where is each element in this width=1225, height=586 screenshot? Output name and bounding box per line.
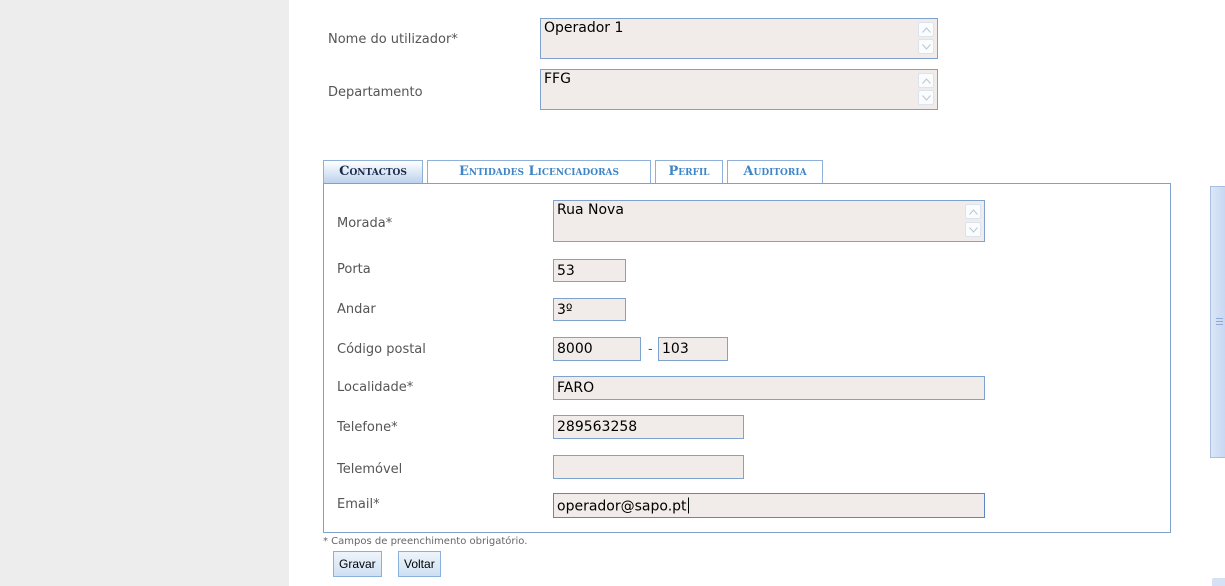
andar-value: 3º xyxy=(557,301,573,318)
andar-label: Andar xyxy=(337,302,376,317)
localidade-field[interactable]: FARO xyxy=(553,376,985,400)
codigo-postal-value-2: 103 xyxy=(662,341,689,357)
porta-label: Porta xyxy=(337,262,371,277)
scroll-up-button[interactable] xyxy=(918,73,934,88)
text-caret xyxy=(687,497,689,513)
telefone-field[interactable]: 289563258 xyxy=(553,415,744,439)
scrollbar-down-button[interactable] xyxy=(1212,578,1225,586)
codigo-postal-label: Código postal xyxy=(337,342,426,357)
telemovel-field[interactable] xyxy=(553,455,744,479)
telefone-value: 289563258 xyxy=(557,419,638,435)
tab-contactos[interactable]: Contactos xyxy=(323,160,423,184)
porta-value: 53 xyxy=(557,262,575,279)
chevron-down-icon xyxy=(922,95,931,101)
tab-perfil[interactable]: Perfil xyxy=(655,160,723,183)
andar-field[interactable]: 3º xyxy=(553,298,626,321)
scrollbar-grip-icon xyxy=(1216,318,1223,326)
telemovel-label: Telemóvel xyxy=(337,462,403,477)
scroll-down-button[interactable] xyxy=(918,90,934,105)
codigo-postal-separator: - xyxy=(648,342,653,357)
morada-field[interactable]: Rua Nova xyxy=(553,200,985,242)
gravar-button[interactable]: Gravar xyxy=(333,551,382,577)
email-label: Email* xyxy=(337,497,380,512)
left-panel xyxy=(0,0,289,586)
tab-entidades-licenciadoras[interactable]: Entidades Licenciadoras xyxy=(427,160,651,183)
porta-field[interactable]: 53 xyxy=(553,259,626,282)
morada-label: Morada* xyxy=(337,216,393,231)
departamento-label: Departamento xyxy=(328,85,423,100)
nome-value: Operador 1 xyxy=(544,20,624,36)
nome-label: Nome do utilizador* xyxy=(328,32,458,47)
morada-value: Rua Nova xyxy=(557,202,624,218)
chevron-down-icon xyxy=(922,44,931,50)
chevron-down-icon xyxy=(969,227,978,233)
required-fields-note: * Campos de preenchimento obrigatório. xyxy=(323,536,528,547)
scroll-down-button[interactable] xyxy=(918,39,934,54)
localidade-value: FARO xyxy=(557,380,595,396)
scroll-up-button[interactable] xyxy=(965,204,981,219)
tab-auditoria[interactable]: Auditoria xyxy=(727,160,823,183)
scroll-down-button[interactable] xyxy=(965,222,981,237)
chevron-up-icon xyxy=(922,78,931,84)
chevron-up-icon xyxy=(969,209,978,215)
codigo-postal-field-1[interactable]: 8000 xyxy=(553,337,641,361)
email-value-wrap: operador@sapo.pt xyxy=(557,497,689,514)
email-field[interactable]: operador@sapo.pt xyxy=(553,493,985,518)
voltar-button[interactable]: Voltar xyxy=(398,551,441,577)
codigo-postal-value-1: 8000 xyxy=(557,341,593,357)
email-value: operador@sapo.pt xyxy=(557,498,687,514)
telefone-label: Telefone* xyxy=(337,420,398,435)
departamento-value: FFG xyxy=(544,71,571,87)
codigo-postal-field-2[interactable]: 103 xyxy=(658,337,728,361)
scroll-up-button[interactable] xyxy=(918,22,934,37)
chevron-up-icon xyxy=(922,27,931,33)
departamento-field[interactable]: FFG xyxy=(540,69,938,110)
localidade-label: Localidade* xyxy=(337,380,414,395)
nome-field[interactable]: Operador 1 xyxy=(540,18,938,59)
